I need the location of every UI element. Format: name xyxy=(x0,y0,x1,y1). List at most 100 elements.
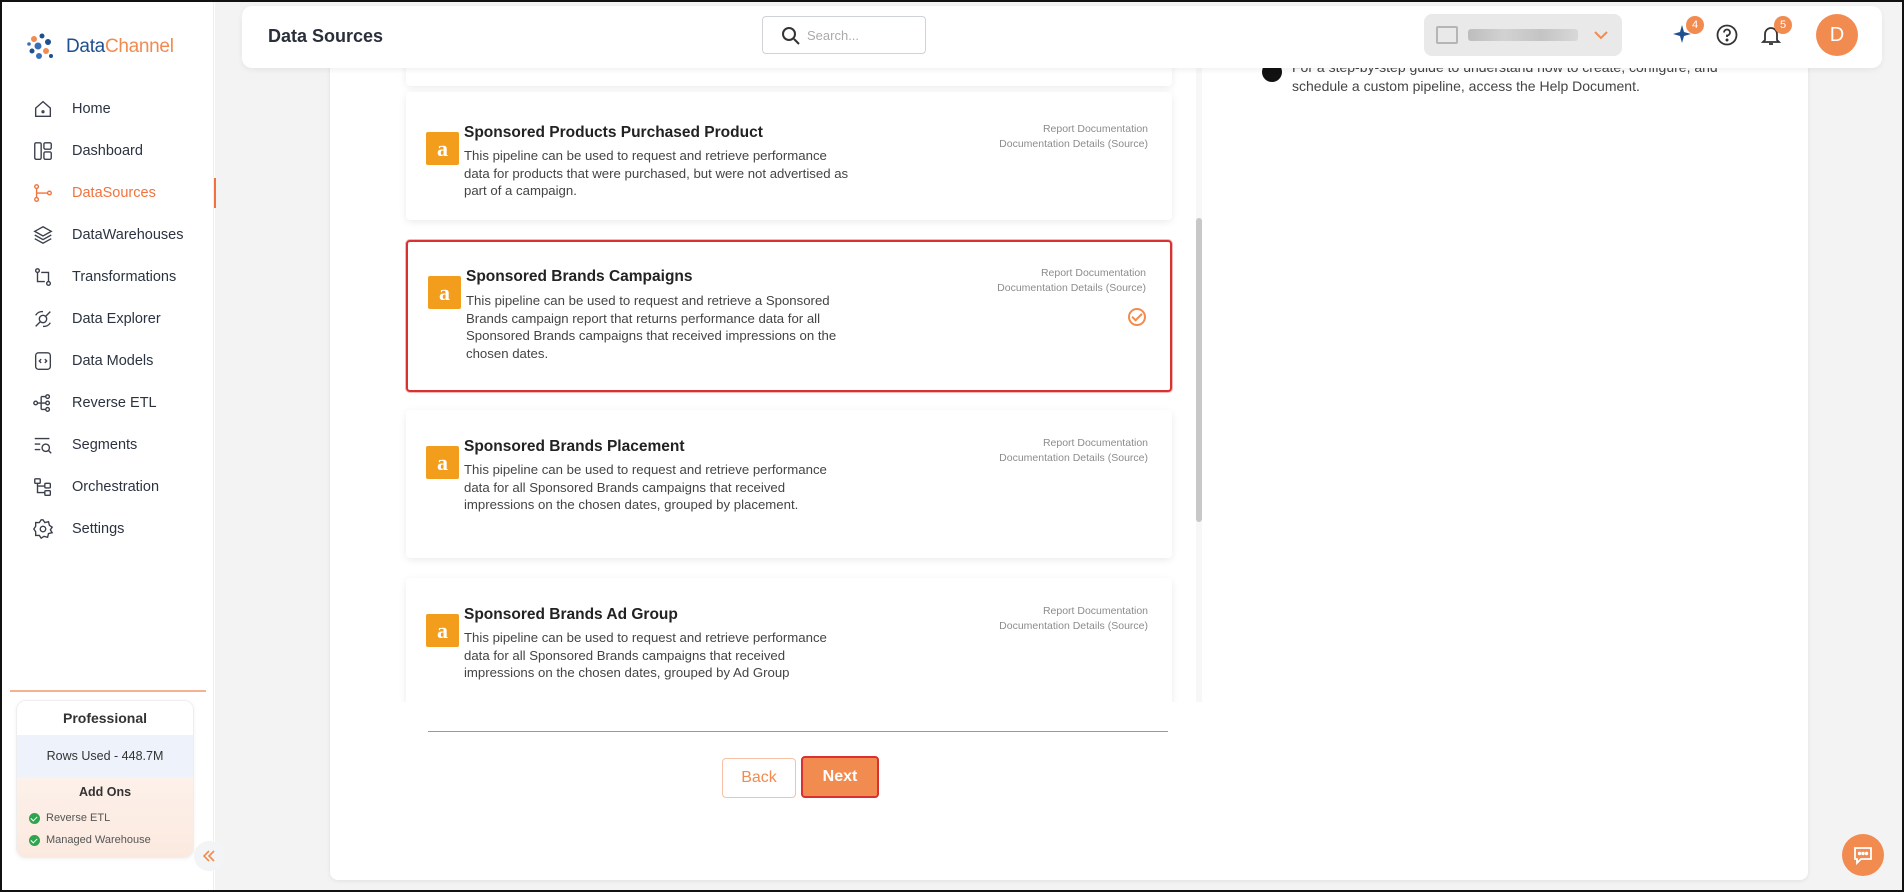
pipeline-title: Sponsored Brands Placement xyxy=(464,438,685,455)
pipeline-title: Sponsored Products Purchased Product xyxy=(464,124,763,141)
amazon-logo: a xyxy=(426,446,459,479)
help-circle-icon xyxy=(1716,24,1738,46)
logo[interactable]: DataChannel xyxy=(24,30,174,64)
logo-icon xyxy=(24,30,58,64)
ai-badge: 4 xyxy=(1686,16,1704,34)
check-circle-icon xyxy=(29,834,40,846)
pipeline-tile[interactable]: a Sponsored Brands Placement This pipeli… xyxy=(406,410,1172,558)
sidebar-item-data-explorer[interactable]: Data Explorer xyxy=(2,298,214,340)
next-button[interactable]: Next xyxy=(801,756,879,798)
sidebar-item-reverse-etl[interactable]: Reverse ETL xyxy=(2,382,214,424)
top-bar: Data Sources Search... 4 5 D xyxy=(242,6,1882,68)
help-button[interactable] xyxy=(1714,22,1740,48)
sidebar-item-datasources[interactable]: DataSources xyxy=(2,172,216,214)
documentation-details-link[interactable]: Documentation Details (Source) xyxy=(999,137,1148,152)
pipeline-title: Sponsored Brands Campaigns xyxy=(466,268,693,285)
sidebar-item-datawarehouses[interactable]: DataWarehouses xyxy=(2,214,214,256)
datasources-icon xyxy=(34,184,52,202)
amazon-logo: a xyxy=(428,276,461,309)
scrollbar-thumb[interactable] xyxy=(1196,218,1202,522)
chevron-down-icon xyxy=(1594,31,1608,40)
chat-button[interactable] xyxy=(1842,834,1884,876)
sidebar-nav: Home Dashboard DataSources DataWarehouse… xyxy=(2,88,216,550)
rows-used: Rows Used - 448.7M xyxy=(17,735,193,777)
report-documentation-link[interactable]: Report Documentation xyxy=(997,266,1146,281)
footer-divider xyxy=(428,731,1168,732)
sidebar-divider xyxy=(10,690,206,692)
dashboard-icon xyxy=(34,142,52,160)
orchestration-icon xyxy=(34,478,52,496)
sidebar-item-label: Transformations xyxy=(72,269,177,285)
report-documentation-link[interactable]: Report Documentation xyxy=(999,436,1148,451)
addons-section: Add Ons Reverse ETL Managed Warehouse xyxy=(17,777,193,857)
pipeline-tile[interactable]: a Sponsored Products Purchased Product T… xyxy=(406,92,1172,220)
sidebar-item-home[interactable]: Home xyxy=(2,88,214,130)
page-title: Data Sources xyxy=(268,26,384,46)
notifications-button[interactable]: 5 xyxy=(1758,16,1792,48)
explorer-icon xyxy=(35,310,51,328)
report-documentation-link[interactable]: Report Documentation xyxy=(999,604,1148,619)
sidebar-item-label: Settings xyxy=(72,521,125,537)
sidebar-item-label: Dashboard xyxy=(72,143,143,159)
pipeline-tile[interactable]: a Sponsored Brands Ad Group This pipelin… xyxy=(406,578,1172,702)
amazon-logo: a xyxy=(426,132,459,165)
sidebar-item-label: Data Models xyxy=(72,353,154,369)
sidebar-item-label: Home xyxy=(72,101,111,117)
double-chevron-left-icon xyxy=(202,850,215,862)
sidebar-item-orchestration[interactable]: Orchestration xyxy=(2,466,214,508)
sidebar: DataChannel Home Dashboard DataSources D… xyxy=(2,2,216,890)
notification-badge: 5 xyxy=(1774,16,1792,34)
sidebar-item-label: DataSources xyxy=(72,185,156,201)
back-button[interactable]: Back xyxy=(722,758,796,798)
plan-card: Professional Rows Used - 448.7M Add Ons … xyxy=(16,700,194,858)
chat-bubble-icon xyxy=(1854,847,1872,866)
home-icon xyxy=(34,100,52,118)
transform-icon xyxy=(34,268,52,286)
pipeline-tile-partial[interactable] xyxy=(406,66,1172,86)
plan-name: Professional xyxy=(17,701,193,735)
sidebar-item-data-models[interactable]: Data Models xyxy=(2,340,214,382)
addons-title: Add Ons xyxy=(78,785,132,799)
sidebar-item-settings[interactable]: Settings xyxy=(2,508,214,550)
pipeline-description: This pipeline can be used to request and… xyxy=(464,148,849,198)
ai-assistant-button[interactable]: 4 xyxy=(1670,16,1704,48)
collapse-sidebar-button[interactable] xyxy=(194,841,224,871)
logo-text: DataChannel xyxy=(66,36,174,57)
addon-item: Reverse ETL xyxy=(17,807,193,829)
sidebar-item-label: Data Explorer xyxy=(72,311,161,327)
amazon-logo: a xyxy=(426,614,459,647)
sidebar-item-transformations[interactable]: Transformations xyxy=(2,256,214,298)
sidebar-item-label: DataWarehouses xyxy=(72,227,184,243)
layers-icon xyxy=(33,225,53,245)
avatar[interactable]: D xyxy=(1816,14,1858,56)
sidebar-item-label: Segments xyxy=(72,437,138,453)
sidebar-item-label: Orchestration xyxy=(72,479,160,495)
pipeline-description: This pipeline can be used to request and… xyxy=(464,462,827,512)
pipeline-list: a Sponsored Products Purchased Product T… xyxy=(396,66,1196,702)
search-icon xyxy=(782,27,800,45)
sidebar-item-label: Reverse ETL xyxy=(72,395,157,411)
documentation-details-link[interactable]: Documentation Details (Source) xyxy=(999,619,1148,634)
sidebar-item-dashboard[interactable]: Dashboard xyxy=(2,130,214,172)
addon-label: Managed Warehouse xyxy=(46,834,151,846)
pipeline-description: This pipeline can be used to request and… xyxy=(466,293,837,361)
documentation-details-link[interactable]: Documentation Details (Source) xyxy=(999,451,1148,466)
pipeline-tile-selected[interactable]: a Sponsored Brands Campaigns This pipeli… xyxy=(406,240,1172,392)
addon-label: Reverse ETL xyxy=(46,812,111,824)
segments-icon xyxy=(34,437,52,454)
selected-check-icon xyxy=(1128,308,1146,326)
organization-select[interactable] xyxy=(1424,14,1622,56)
addon-item: Managed Warehouse xyxy=(17,829,193,851)
models-icon xyxy=(34,352,52,370)
pipeline-description: This pipeline can be used to request and… xyxy=(464,630,827,680)
search-input[interactable]: Search... xyxy=(762,16,926,54)
pipeline-title: Sponsored Brands Ad Group xyxy=(464,606,678,623)
documentation-details-link[interactable]: Documentation Details (Source) xyxy=(997,281,1146,296)
reverse-etl-icon xyxy=(33,394,51,412)
organization-name-redacted xyxy=(1468,29,1578,41)
check-circle-icon xyxy=(29,812,40,824)
search-placeholder: Search... xyxy=(807,27,860,43)
gear-icon xyxy=(33,519,54,540)
sidebar-item-segments[interactable]: Segments xyxy=(2,424,214,466)
report-documentation-link[interactable]: Report Documentation xyxy=(999,122,1148,137)
